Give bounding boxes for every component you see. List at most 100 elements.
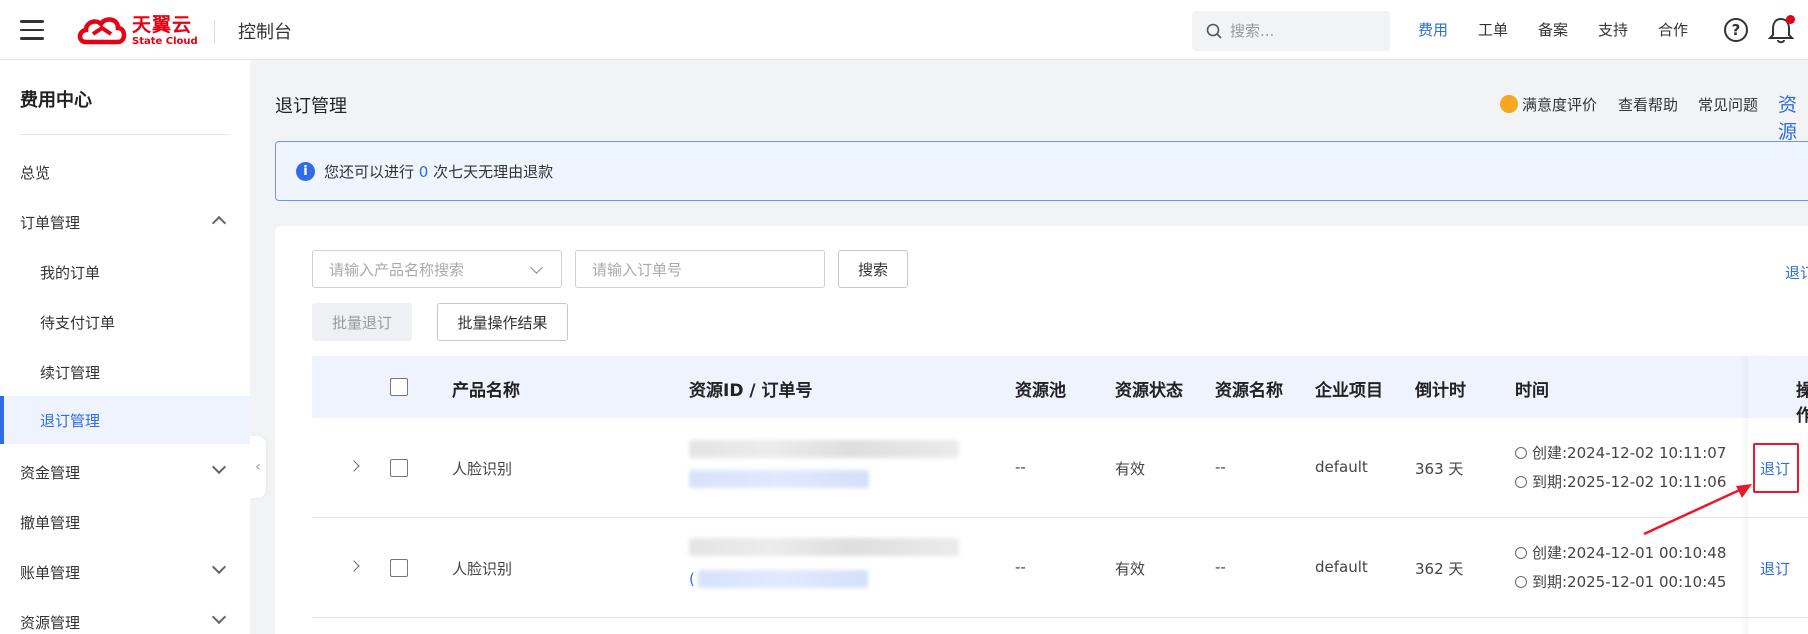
nav-support[interactable]: 支持 xyxy=(1598,19,1628,40)
created-time: 创建:2024-12-01 00:10:48 xyxy=(1515,542,1726,563)
sidebar-item-my-orders[interactable]: 我的订单 xyxy=(0,248,250,296)
help-link[interactable]: 查看帮助 xyxy=(1618,94,1678,115)
divider xyxy=(20,134,230,135)
sidebar-collapse-button[interactable]: ‹ xyxy=(250,436,266,498)
console-title[interactable]: 控制台 xyxy=(238,18,292,44)
sidebar-item-pending-payment[interactable]: 待支付订单 xyxy=(0,298,250,346)
order-input-placeholder: 请输入订单号 xyxy=(592,260,683,279)
satisfaction-link[interactable]: 满意度评价 xyxy=(1522,94,1597,115)
created-time-text: 创建:2024-12-02 10:11:07 xyxy=(1532,444,1727,462)
sidebar-item-label: 待支付订单 xyxy=(40,313,116,332)
resource-status: 有效 xyxy=(1115,560,1146,578)
smile-icon xyxy=(1500,95,1518,113)
created-time: 创建:2024-12-02 10:11:07 xyxy=(1515,442,1726,463)
created-time-text: 创建:2024-12-01 00:10:48 xyxy=(1532,544,1727,562)
redacted-order-number[interactable] xyxy=(689,470,869,488)
column-header: 资源状态 xyxy=(1115,381,1183,401)
sidebar-title: 费用中心 xyxy=(20,90,92,111)
logo[interactable]: 天翼云 State Cloud xyxy=(76,14,198,48)
sidebar-item-funds[interactable]: 资金管理 xyxy=(0,448,250,496)
sidebar: 费用中心 总览 订单管理 我的订单 待支付订单 续订管理 退订管理 资金管理 撤… xyxy=(0,60,250,634)
notice-text: 您还可以进行 0 次七天无理由退款 xyxy=(324,161,553,182)
resource-link[interactable]: 资源 xyxy=(1778,90,1808,144)
column-header: 倒计时 xyxy=(1415,381,1466,401)
logo-chinese-text: 天翼云 xyxy=(132,13,193,36)
nav-partner[interactable]: 合作 xyxy=(1658,19,1688,40)
nav-tickets[interactable]: 工单 xyxy=(1478,19,1508,40)
column-header: 资源名称 xyxy=(1215,381,1283,401)
table-row: 人脸识别 ( -- 有效 -- default 362 天 创建:2024-12… xyxy=(312,518,1808,618)
chevron-down-icon xyxy=(211,609,227,625)
row-checkbox[interactable] xyxy=(390,459,408,477)
sidebar-item-cancellation[interactable]: 撤单管理 xyxy=(0,498,250,546)
sidebar-item-unsubscribe[interactable]: 退订管理 xyxy=(0,396,250,444)
column-header: 时间 xyxy=(1515,381,1549,401)
help-icon[interactable]: ? xyxy=(1724,18,1748,42)
column-header: 企业项目 xyxy=(1315,381,1383,401)
batch-unsubscribe-button[interactable]: 批量退订 xyxy=(312,303,412,341)
chevron-down-icon xyxy=(211,559,227,575)
sidebar-item-label: 退订管理 xyxy=(40,411,101,430)
top-bar: 天翼云 State Cloud 控制台 费用 工单 备案 支持 合作 ? xyxy=(0,0,1808,60)
product-name: 人脸识别 xyxy=(452,560,513,578)
chevron-up-icon xyxy=(211,215,227,231)
page-title: 退订管理 xyxy=(275,96,347,117)
chevron-down-icon xyxy=(211,459,227,475)
order-number-prefix[interactable]: ( xyxy=(689,570,695,588)
table-header: 产品名称 资源ID / 订单号 资源池 资源状态 资源名称 企业项目 倒计时 时… xyxy=(312,356,1808,426)
table-row: 人脸识别 -- 有效 -- default 363 天 创建:2024-12-0… xyxy=(312,418,1808,518)
column-header: 资源池 xyxy=(1015,381,1066,401)
divider xyxy=(214,20,215,44)
sidebar-item-label: 续订管理 xyxy=(40,363,101,382)
sidebar-item-resources[interactable]: 资源管理 xyxy=(0,598,250,634)
annotation-arrow-icon xyxy=(1643,484,1752,536)
product-name: 人脸识别 xyxy=(452,460,513,478)
clock-icon xyxy=(1515,476,1527,488)
unsubscribe-link-row-2[interactable]: 退订 xyxy=(1760,558,1790,579)
faq-link[interactable]: 常见问题 xyxy=(1698,94,1758,115)
redacted-order-number[interactable] xyxy=(698,570,868,588)
sidebar-item-label: 撤单管理 xyxy=(20,513,81,532)
expiry-time-text: 到期:2025-12-01 00:10:45 xyxy=(1532,573,1727,591)
unsubscribe-rules-link[interactable]: 退订 xyxy=(1785,262,1808,283)
chevron-down-icon xyxy=(530,261,543,274)
refund-count: 0 xyxy=(418,163,429,181)
redacted-resource-id xyxy=(689,440,959,458)
sidebar-item-overview[interactable]: 总览 xyxy=(0,148,250,196)
search-input[interactable] xyxy=(1230,22,1380,40)
product-select-placeholder: 请输入产品名称搜索 xyxy=(329,260,465,279)
search-icon xyxy=(1206,23,1222,39)
sidebar-item-bills[interactable]: 账单管理 xyxy=(0,548,250,596)
column-header: 产品名称 xyxy=(452,381,520,401)
clock-icon xyxy=(1515,547,1527,559)
redacted-resource-id xyxy=(689,538,959,556)
order-number-input[interactable]: 请输入订单号 xyxy=(575,250,825,288)
expiry-time: 到期:2025-12-01 00:10:45 xyxy=(1515,571,1726,592)
sidebar-item-order-management[interactable]: 订单管理 xyxy=(0,198,250,246)
global-search[interactable] xyxy=(1192,11,1390,51)
sidebar-item-label: 资源管理 xyxy=(20,613,81,632)
column-header: 资源ID / 订单号 xyxy=(689,381,813,401)
expand-row-icon[interactable] xyxy=(348,460,360,472)
clock-icon xyxy=(1515,576,1527,588)
cloud-logo-icon xyxy=(77,17,127,45)
sidebar-item-label: 资金管理 xyxy=(20,463,81,482)
row-checkbox[interactable] xyxy=(390,559,408,577)
expand-row-icon[interactable] xyxy=(348,560,360,572)
nav-billing[interactable]: 费用 xyxy=(1418,19,1448,40)
enterprise-project: default xyxy=(1315,558,1368,576)
notice-text-after: 次七天无理由退款 xyxy=(428,163,554,181)
countdown: 363 天 xyxy=(1415,460,1464,478)
info-banner: i 您还可以进行 0 次七天无理由退款 xyxy=(275,141,1808,201)
sidebar-item-renewal[interactable]: 续订管理 xyxy=(0,348,250,396)
sidebar-item-label: 账单管理 xyxy=(20,563,81,582)
search-button[interactable]: 搜索 xyxy=(838,250,908,288)
batch-results-button[interactable]: 批量操作结果 xyxy=(437,303,568,341)
product-name-select[interactable]: 请输入产品名称搜索 xyxy=(312,250,562,288)
select-all-checkbox[interactable] xyxy=(390,378,408,396)
unsubscribe-card: 请输入产品名称搜索 请输入订单号 搜索 退订 批量退订 批量操作结果 产品名称 … xyxy=(275,226,1808,634)
hamburger-menu-icon[interactable] xyxy=(20,20,44,40)
clock-icon xyxy=(1515,447,1527,459)
nav-filing[interactable]: 备案 xyxy=(1538,19,1568,40)
logo-english-text: State Cloud xyxy=(132,35,198,47)
